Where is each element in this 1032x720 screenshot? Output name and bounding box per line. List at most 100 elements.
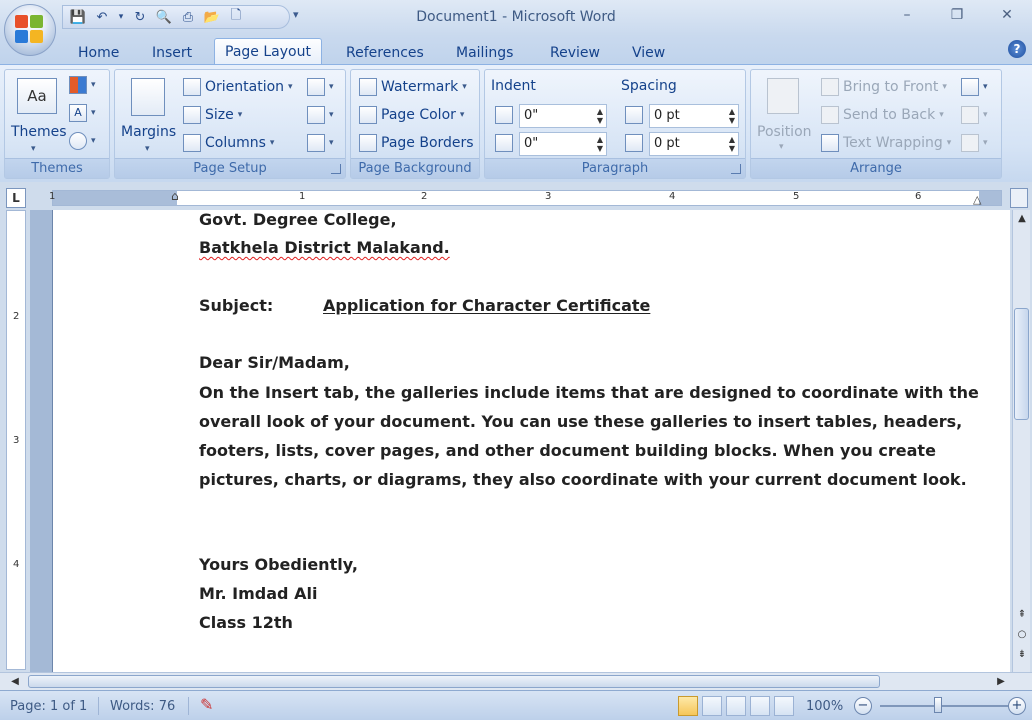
- breaks-button[interactable]: ▾: [307, 78, 334, 96]
- zoom-slider-thumb[interactable]: [934, 697, 942, 713]
- indent-right-input[interactable]: 0" ▲ ▼: [519, 132, 607, 156]
- tab-mailings[interactable]: Mailings: [446, 42, 523, 66]
- line-numbers-icon: [307, 106, 325, 124]
- ruler-number: 3: [545, 191, 552, 202]
- zoom-level[interactable]: 100%: [806, 699, 843, 714]
- paragraph-launcher-icon[interactable]: [731, 164, 741, 174]
- document-page[interactable]: Govt. Degree College, Batkhela District …: [52, 210, 1010, 672]
- spacing-before-spinner-icon[interactable]: ▲ ▼: [729, 107, 735, 125]
- themes-button[interactable]: Themes: [11, 124, 67, 140]
- vruler-number: 4: [13, 559, 20, 570]
- tab-home[interactable]: Home: [68, 42, 129, 66]
- subject-text: Application for Character Certificate: [323, 296, 651, 315]
- previous-page-icon[interactable]: ⇞: [1015, 608, 1029, 622]
- status-bar: Page: 1 of 1 Words: 76 ✎ 100% − +: [0, 690, 1032, 720]
- theme-fonts-icon: A: [69, 104, 87, 122]
- watermark-button[interactable]: Watermark ▾: [359, 78, 467, 96]
- theme-effects-button[interactable]: ▾: [69, 132, 96, 150]
- word-count[interactable]: Words: 76: [110, 699, 175, 714]
- next-page-icon[interactable]: ⇟: [1015, 648, 1029, 662]
- page-color-button[interactable]: Page Color ▾: [359, 106, 464, 124]
- draft-view-icon[interactable]: [774, 696, 794, 716]
- rotate-button[interactable]: ▾: [961, 134, 988, 152]
- right-indent-icon[interactable]: △: [973, 193, 981, 206]
- margins-button[interactable]: Margins: [121, 124, 176, 140]
- restore-button[interactable]: ❐: [946, 6, 968, 24]
- subject-label: Subject:: [199, 296, 274, 315]
- hyphenation-button[interactable]: ▾: [307, 134, 334, 152]
- indent-left-spinner-icon[interactable]: ▲ ▼: [597, 107, 603, 125]
- page-borders-button[interactable]: Page Borders: [359, 134, 474, 152]
- size-button[interactable]: Size ▾: [183, 106, 242, 124]
- horizontal-scrollbar[interactable]: ◀ ▶: [0, 672, 1032, 690]
- scroll-up-icon[interactable]: ▲: [1015, 212, 1029, 226]
- tab-view[interactable]: View: [622, 42, 675, 66]
- align-button[interactable]: ▾: [961, 78, 988, 96]
- indent-right-spinner-icon[interactable]: ▲ ▼: [597, 135, 603, 153]
- themes-icon[interactable]: Aa: [17, 78, 57, 114]
- view-ruler-icon[interactable]: [1010, 188, 1028, 208]
- minimize-button[interactable]: –: [896, 6, 918, 24]
- scroll-left-icon[interactable]: ◀: [8, 675, 22, 689]
- breaks-icon: [307, 78, 325, 96]
- page-setup-group-label: Page Setup: [115, 158, 345, 178]
- themes-group-label: Themes: [5, 158, 109, 178]
- browse-object-icon[interactable]: ○: [1015, 628, 1029, 642]
- body-paragraph: On the Insert tab, the galleries include…: [199, 383, 979, 489]
- send-to-back-icon: [821, 106, 839, 124]
- line-numbers-button[interactable]: ▾: [307, 106, 334, 124]
- web-layout-view-icon[interactable]: [726, 696, 746, 716]
- rotate-icon: [961, 134, 979, 152]
- window-title: Document1 - Microsoft Word: [416, 9, 616, 25]
- office-button[interactable]: [4, 4, 56, 56]
- spacing-label: Spacing: [621, 78, 677, 94]
- vertical-scrollbar[interactable]: ▲ ⇞ ○ ⇟: [1012, 210, 1030, 672]
- horizontal-scroll-thumb[interactable]: [28, 675, 880, 688]
- spacing-before-input[interactable]: 0 pt ▲ ▼: [649, 104, 739, 128]
- horizontal-ruler[interactable]: 1 1 2 3 4 5 6 ⌂ △: [49, 189, 1002, 206]
- zoom-slider[interactable]: [880, 705, 1008, 707]
- first-line-indent-icon[interactable]: ⌂: [171, 189, 179, 203]
- columns-button[interactable]: Columns ▾: [183, 134, 274, 152]
- outline-view-icon[interactable]: [750, 696, 770, 716]
- tab-references[interactable]: References: [336, 42, 434, 66]
- theme-colors-button[interactable]: ▾: [69, 76, 96, 94]
- tab-insert[interactable]: Insert: [142, 42, 202, 66]
- ruler-number: 4: [669, 191, 676, 202]
- position-button[interactable]: Position: [757, 124, 812, 140]
- scroll-right-icon[interactable]: ▶: [994, 675, 1008, 689]
- send-to-back-button[interactable]: Send to Back ▾: [821, 106, 944, 124]
- spacing-after-input[interactable]: 0 pt ▲ ▼: [649, 132, 739, 156]
- watermark-icon: [359, 78, 377, 96]
- indent-right-icon: [495, 134, 513, 152]
- indent-left-input[interactable]: 0" ▲ ▼: [519, 104, 607, 128]
- help-icon[interactable]: ?: [1008, 40, 1026, 58]
- page-setup-launcher-icon[interactable]: [331, 164, 341, 174]
- page-count[interactable]: Page: 1 of 1: [10, 699, 87, 714]
- vertical-scroll-thumb[interactable]: [1014, 308, 1029, 420]
- ruler-number: 1: [49, 191, 56, 202]
- paragraph-group: Indent Spacing 0" ▲ ▼ 0" ▲ ▼ 0 pt ▲ ▼ 0 pt ▲ ▼ P…: [484, 69, 746, 179]
- columns-icon: [183, 134, 201, 152]
- full-screen-reading-view-icon[interactable]: [702, 696, 722, 716]
- theme-fonts-button[interactable]: A ▾: [69, 104, 96, 122]
- indent-left-icon: [495, 106, 513, 124]
- margins-icon[interactable]: [131, 78, 165, 116]
- zoom-in-icon[interactable]: +: [1008, 697, 1026, 715]
- bring-to-front-button[interactable]: Bring to Front ▾: [821, 78, 947, 96]
- proofing-icon[interactable]: ✎: [200, 695, 213, 714]
- themes-caret-icon: ▾: [31, 144, 36, 154]
- orientation-icon: [183, 78, 201, 96]
- zoom-out-icon[interactable]: −: [854, 697, 872, 715]
- group-objects-icon: [961, 106, 979, 124]
- print-layout-view-icon[interactable]: [678, 696, 698, 716]
- page-setup-group: Margins ▾ Orientation ▾ Size ▾ Columns ▾ ▾ …: [114, 69, 346, 179]
- orientation-button[interactable]: Orientation ▾: [183, 78, 293, 96]
- tab-selector-icon[interactable]: L: [6, 188, 26, 208]
- text-wrapping-button[interactable]: Text Wrapping ▾: [821, 134, 951, 152]
- theme-colors-icon: [69, 76, 87, 94]
- spacing-after-spinner-icon[interactable]: ▲ ▼: [729, 135, 735, 153]
- group-objects-button[interactable]: ▾: [961, 106, 988, 124]
- tab-review[interactable]: Review: [540, 42, 610, 66]
- close-button[interactable]: ✕: [996, 6, 1018, 24]
